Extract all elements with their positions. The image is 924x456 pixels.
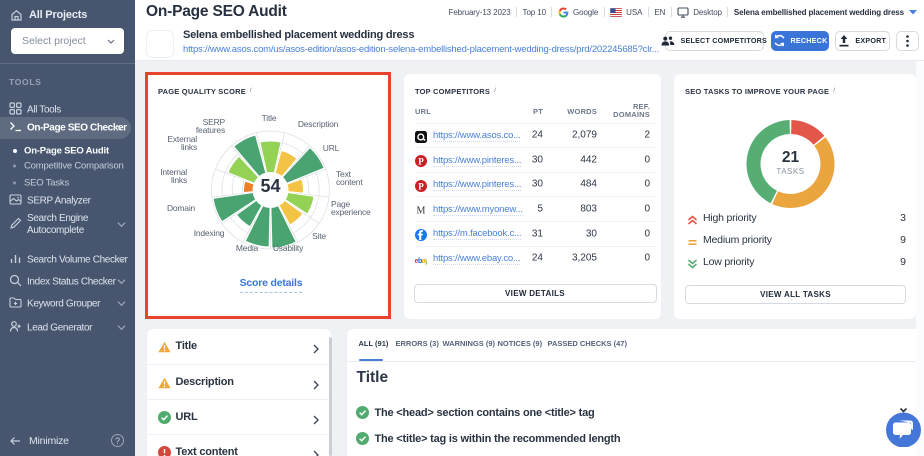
svg-text:P: P (418, 156, 424, 166)
svg-text:M: M (417, 206, 426, 217)
svg-text:y: y (425, 258, 427, 265)
svg-text:P: P (418, 181, 424, 191)
